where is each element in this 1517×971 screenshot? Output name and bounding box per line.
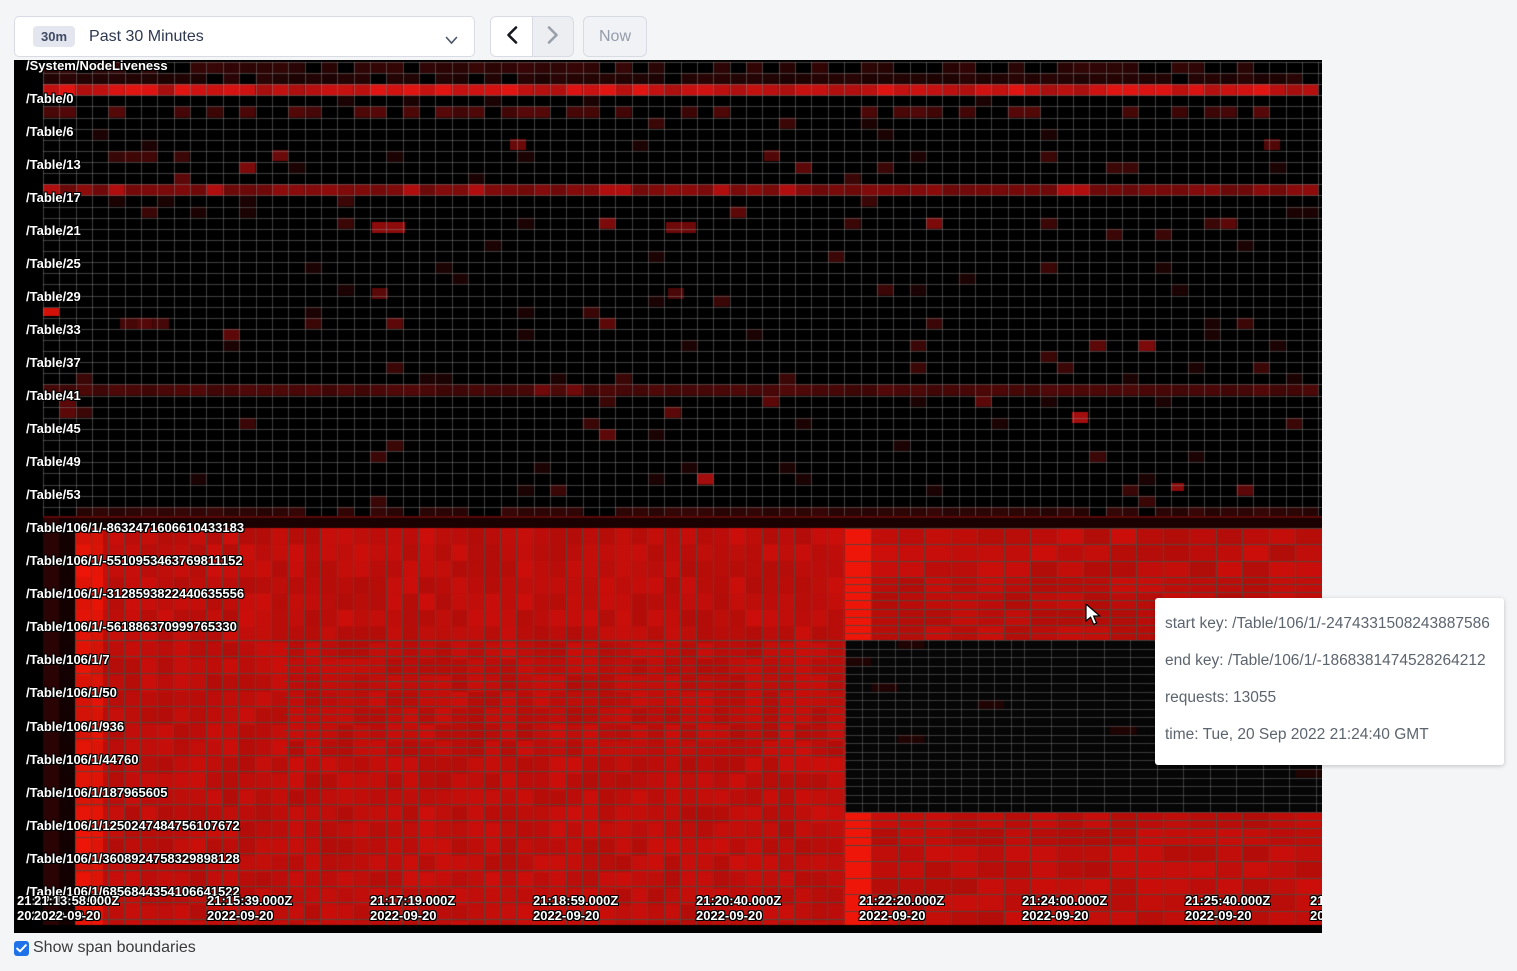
tooltip-end-key: end key: /Table/106/1/-18683814745282642… <box>1165 642 1494 679</box>
row-label: /Table/106/1/7 <box>26 653 110 667</box>
row-label: /Table/41 <box>26 389 81 403</box>
keyvis-page: 30m Past 30 Minutes Now /System/NodeLive… <box>0 0 1517 971</box>
time-axis-label: 21:20:40.000Z2022-09-20 <box>696 893 781 923</box>
tooltip-time: time: Tue, 20 Sep 2022 21:24:40 GMT <box>1165 716 1494 753</box>
row-label: /Table/45 <box>26 422 81 436</box>
prev-time-button[interactable] <box>491 17 532 56</box>
tooltip-start-key: start key: /Table/106/1/-247433150824388… <box>1165 605 1494 642</box>
row-label: /Table/106/1/-8632471606610433183 <box>26 521 244 535</box>
row-label: /Table/106/1/3608924758329898128 <box>26 852 240 866</box>
chevron-left-icon <box>506 26 518 47</box>
chevron-down-icon <box>445 32 458 50</box>
keyvis-chart: /System/NodeLiveness/Table/0/Table/6/Tab… <box>14 60 1322 933</box>
keyvis-heatmap[interactable] <box>14 60 1322 933</box>
time-range-badge: 30m <box>33 26 75 47</box>
row-label: /Table/13 <box>26 158 81 172</box>
row-label: /Table/106/1/44760 <box>26 753 139 767</box>
row-label: /Table/106/1/1250247484756107672 <box>26 819 240 833</box>
row-label: /Table/21 <box>26 224 81 238</box>
row-label: /Table/33 <box>26 323 81 337</box>
row-label: /Table/37 <box>26 356 81 370</box>
row-label: /Table/29 <box>26 290 81 304</box>
tooltip-requests: requests: 13055 <box>1165 679 1494 716</box>
now-button[interactable]: Now <box>583 16 647 57</box>
row-label: /Table/17 <box>26 191 81 205</box>
row-label: /Table/106/1/-5510953463769811152 <box>26 554 243 568</box>
time-axis-label: 21:18:59.000Z2022-09-20 <box>533 893 618 923</box>
row-label: /Table/0 <box>26 92 73 106</box>
next-time-button[interactable] <box>532 17 573 56</box>
row-label: /System/NodeLiveness <box>26 60 168 73</box>
time-axis-label: 21:17:19.000Z2022-09-20 <box>370 893 455 923</box>
hover-tooltip: start key: /Table/106/1/-247433150824388… <box>1155 598 1504 765</box>
row-label: /Table/106/1/-561886370999765330 <box>26 620 237 634</box>
time-axis-label: 21:13:58.000Z2022-09-20 <box>34 893 119 923</box>
row-label: /Table/6 <box>26 125 73 139</box>
time-axis-label: 21:24:00.000Z2022-09-20 <box>1022 893 1107 923</box>
show-span-boundaries-toggle[interactable]: Show span boundaries <box>14 939 196 957</box>
show-span-boundaries-label: Show span boundaries <box>33 939 196 957</box>
row-label: /Table/106/1/936 <box>26 720 124 734</box>
row-label: /Table/49 <box>26 455 81 469</box>
time-nav-group <box>490 16 574 57</box>
time-range-label: Past 30 Minutes <box>89 28 204 46</box>
time-range-dropdown[interactable]: 30m Past 30 Minutes <box>14 16 475 57</box>
row-label: /Table/53 <box>26 488 81 502</box>
row-label: /Table/106/1/187965605 <box>26 786 167 800</box>
row-label: /Table/25 <box>26 257 81 271</box>
row-label: /Table/106/1/-3128593822440635556 <box>26 587 244 601</box>
time-axis-label: 21:27:20.000Z2022-09-20 <box>1310 893 1322 923</box>
time-axis-label: 21:15:39.000Z2022-09-20 <box>207 893 292 923</box>
time-axis-label: 21:25:40.000Z2022-09-20 <box>1185 893 1270 923</box>
time-axis-label: 21:22:20.000Z2022-09-20 <box>859 893 944 923</box>
row-label: /Table/106/1/50 <box>26 686 117 700</box>
mouse-cursor-icon <box>1085 604 1105 631</box>
chevron-right-icon <box>547 26 559 47</box>
show-span-boundaries-checkbox[interactable] <box>14 941 29 956</box>
